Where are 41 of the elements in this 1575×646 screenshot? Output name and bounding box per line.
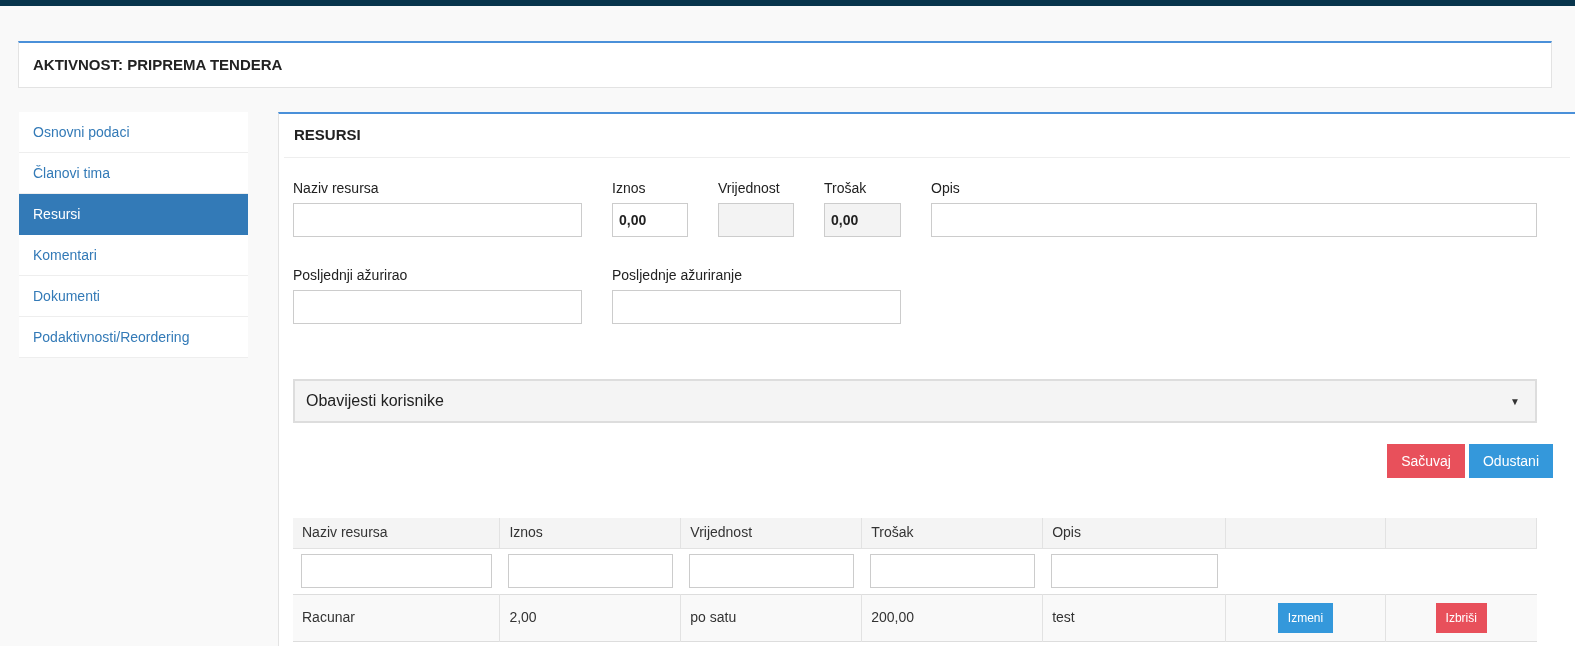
field-label: Iznos bbox=[612, 180, 647, 196]
edit-button[interactable]: Izmeni bbox=[1277, 602, 1334, 633]
dropdown-arrow: ▼ bbox=[1510, 394, 1521, 409]
sidebar-item[interactable]: Dokumenti bbox=[19, 276, 248, 317]
filter-field[interactable] bbox=[507, 554, 673, 588]
panel-title: RESURSI bbox=[294, 125, 361, 146]
page-title: AKTIVNOST: PRIPREMA TENDERA bbox=[33, 54, 283, 75]
field-label: Naziv resursa bbox=[293, 180, 380, 196]
sidebar-item[interactable]: Podaktivnosti/Reordering bbox=[19, 317, 248, 358]
filter-field[interactable] bbox=[688, 554, 854, 588]
table-cell: 2,00 bbox=[499, 594, 681, 641]
input-field[interactable] bbox=[612, 290, 901, 324]
column-header: Trošak bbox=[861, 518, 1043, 548]
sidebar-item[interactable]: Osnovni podaci bbox=[19, 112, 248, 153]
input-field[interactable] bbox=[293, 203, 582, 237]
cancel-button[interactable]: Odustani bbox=[1468, 444, 1553, 478]
sidebar-item[interactable]: Komentari bbox=[19, 235, 248, 276]
dropdown[interactable]: Obavijesti korisnike ▼ bbox=[293, 379, 1537, 423]
field-label: Opis bbox=[931, 180, 961, 196]
table-cell: test bbox=[1042, 594, 1226, 641]
filter-field[interactable] bbox=[301, 554, 492, 588]
input-field[interactable] bbox=[293, 290, 582, 324]
filter-field[interactable] bbox=[1050, 554, 1218, 588]
field-label: Posljednji ažurirao bbox=[293, 267, 409, 283]
delete-button[interactable]: Izbriši bbox=[1435, 602, 1487, 633]
dropdown-value: Obavijesti korisnike bbox=[306, 391, 444, 411]
field-label: Vrijednost bbox=[718, 180, 781, 196]
table-cell: po satu bbox=[680, 594, 862, 641]
input-field[interactable] bbox=[931, 203, 1537, 237]
field-label: Posljednje ažuriranje bbox=[612, 267, 743, 283]
sidebar-item[interactable]: Resursi bbox=[19, 194, 248, 235]
column-header: Vrijednost bbox=[680, 518, 862, 548]
table-cell: 200,00 bbox=[861, 594, 1043, 641]
column-header: Iznos bbox=[499, 518, 681, 548]
filter-field[interactable] bbox=[869, 554, 1035, 588]
save-button[interactable]: Sačuvaj bbox=[1387, 444, 1465, 478]
table-cell: Racunar bbox=[293, 594, 500, 641]
column-header: Opis bbox=[1042, 518, 1226, 548]
column-header: Naziv resursa bbox=[293, 518, 500, 548]
field-label: Trošak bbox=[824, 180, 868, 196]
input-field[interactable]: 0,00 bbox=[612, 203, 688, 237]
